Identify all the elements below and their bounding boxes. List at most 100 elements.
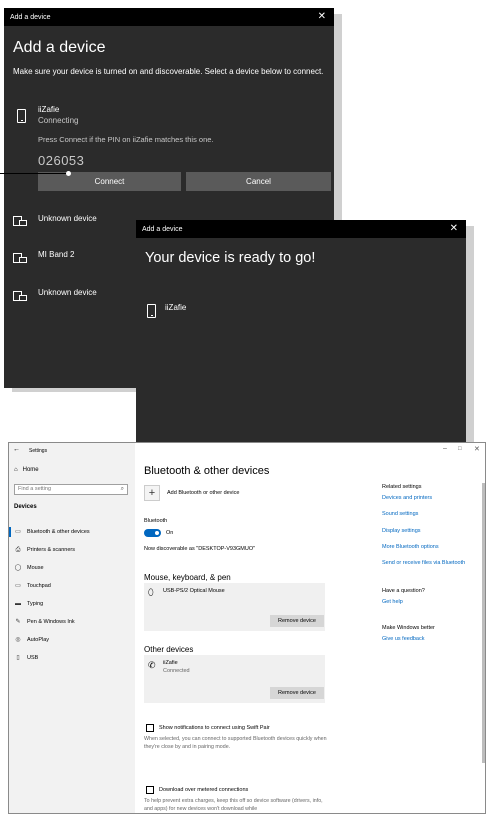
phone-icon [17, 109, 26, 123]
close-icon[interactable]: ✕ [318, 11, 326, 23]
feedback-link[interactable]: Give us feedback [382, 636, 425, 642]
pointer-line [0, 173, 70, 174]
metered-label[interactable]: Download over metered connections [159, 787, 248, 793]
sidebar-item-label: Pen & Windows Ink [27, 619, 75, 625]
devices-printers-link[interactable]: Devices and printers [382, 495, 432, 501]
sidebar-item-label: USB [27, 655, 39, 661]
keyboard-icon: ▬ [15, 601, 21, 607]
remove-device-button[interactable]: Remove device [270, 687, 324, 699]
bluetooth-toggle[interactable] [144, 529, 161, 537]
sidebar-item-pen[interactable]: ✎ Pen & Windows Ink [9, 615, 135, 629]
other-devices-header: Other devices [144, 645, 194, 654]
unknown-device-icon [13, 216, 27, 227]
dialog-titlebar-text: Add a device [142, 225, 183, 233]
discoverable-text: Now discoverable as "DESKTOP-V93GMUO" [144, 546, 256, 552]
swift-pair-checkbox[interactable] [146, 724, 154, 732]
get-help-link[interactable]: Get help [382, 599, 403, 605]
sidebar-item-label: Mouse [27, 565, 44, 571]
dialog-titlebar: Add a device ✕ [136, 220, 466, 238]
sidebar-item-bluetooth[interactable]: ▭ Bluetooth & other devices [9, 525, 135, 539]
question-header: Have a question? [382, 588, 425, 594]
pin-code: 026053 [38, 153, 85, 168]
printer-icon: ⎙ [15, 547, 21, 553]
sound-settings-link[interactable]: Sound settings [382, 511, 418, 517]
band-device-icon [13, 253, 27, 264]
device-status: Connected [163, 668, 190, 674]
device-card-mouse[interactable]: ⬯ USB-PS/2 Optical Mouse Remove device [144, 583, 325, 631]
metered-help: To help prevent extra charges, keep this… [144, 798, 323, 812]
search-placeholder: Find a setting [18, 486, 52, 492]
sidebar-item-label: AutoPlay [27, 637, 50, 643]
add-device-button[interactable]: + [144, 485, 160, 501]
settings-title: Settings [29, 448, 48, 454]
autoplay-icon: ◎ [15, 637, 21, 643]
bluetooth-label: Bluetooth [144, 518, 168, 524]
device-name: iiZafie [165, 303, 187, 312]
pen-icon: ✎ [15, 619, 21, 625]
device-list-item[interactable]: Unknown device [38, 214, 97, 223]
cancel-button[interactable]: Cancel [186, 172, 331, 191]
device-list-item[interactable]: Unknown device [38, 288, 97, 297]
sidebar-item-label: Touchpad [27, 583, 51, 589]
mouse-section-header: Mouse, keyboard, & pen [144, 573, 231, 582]
home-icon: ⌂ [14, 467, 18, 473]
usb-icon: ▯ [16, 655, 20, 661]
search-icon: ⌕ [120, 486, 124, 492]
sidebar-item-label: Typing [27, 601, 44, 607]
devices-header: Devices [14, 504, 37, 510]
close-icon[interactable]: ✕ [474, 445, 480, 453]
add-device-label[interactable]: Add Bluetooth or other device [167, 490, 239, 496]
minimize-icon[interactable]: – [443, 445, 447, 452]
phone-handset-icon: ✆ [148, 660, 156, 670]
close-icon[interactable]: ✕ [450, 223, 458, 235]
unknown-device-icon [13, 291, 27, 302]
device-name: USB-PS/2 Optical Mouse [163, 588, 225, 594]
sidebar-item-mouse[interactable]: ◯ Mouse [9, 561, 135, 575]
device-name[interactable]: iiZafie [38, 105, 59, 114]
phone-icon [147, 304, 156, 318]
dialog-titlebar: Add a device ✕ [4, 8, 334, 26]
remove-device-button[interactable]: Remove device [270, 615, 324, 627]
feedback-header: Make Windows better [382, 625, 435, 631]
device-card-phone[interactable]: ✆ iiZafie Connected Remove device [144, 655, 325, 703]
bluetooth-devices-icon: ▭ [15, 529, 21, 535]
mouse-icon: ◯ [14, 565, 22, 571]
metered-checkbox[interactable] [146, 786, 154, 794]
sidebar-item-label: Printers & scanners [27, 547, 75, 553]
swift-pair-label[interactable]: Show notifications to connect using Swif… [159, 725, 270, 731]
home-label: Home [22, 467, 39, 473]
bluetooth-options-link[interactable]: More Bluetooth options [382, 544, 439, 550]
sidebar-item-typing[interactable]: ▬ Typing [9, 597, 135, 611]
device-list-item[interactable]: MI Band 2 [38, 250, 74, 259]
search-input[interactable]: Find a setting ⌕ [14, 484, 128, 495]
scrollbar[interactable] [482, 483, 485, 763]
display-settings-link[interactable]: Display settings [382, 528, 421, 534]
page-title: Bluetooth & other devices [144, 465, 270, 477]
sidebar-item-usb[interactable]: ▯ USB [9, 651, 135, 665]
dialog-subtext: Make sure your device is turned on and d… [13, 67, 324, 76]
device-ready-dialog: Add a device ✕ Your device is ready to g… [136, 220, 466, 442]
pin-message: Press Connect if the PIN on iiZafie matc… [38, 135, 214, 144]
swift-pair-help: When selected, you can connect to suppor… [144, 736, 327, 750]
sidebar-item-label: Bluetooth & other devices [27, 529, 90, 535]
touchpad-icon: ▭ [15, 583, 21, 589]
home-link[interactable]: ⌂ Home [14, 467, 39, 473]
sidebar-item-autoplay[interactable]: ◎ AutoPlay [9, 633, 135, 647]
dialog-heading: Add a device [13, 39, 106, 56]
pointer-dot [66, 171, 71, 176]
device-status: Connecting [38, 116, 79, 125]
sidebar-item-touchpad[interactable]: ▭ Touchpad [9, 579, 135, 593]
related-settings-header: Related settings [382, 484, 422, 490]
send-files-link[interactable]: Send or receive files via Bluetooth [382, 560, 465, 566]
dialog-titlebar-text: Add a device [10, 13, 51, 21]
connect-button[interactable]: Connect [38, 172, 181, 191]
ready-heading: Your device is ready to go! [145, 250, 316, 266]
toggle-state: On [166, 530, 174, 536]
mouse-icon: ⬯ [148, 587, 154, 597]
back-arrow-icon[interactable]: ← [13, 446, 20, 453]
maximize-icon[interactable]: □ [458, 446, 462, 452]
settings-window: ← Settings – □ ✕ ⌂ Home Find a setting ⌕… [8, 442, 486, 814]
device-name: iiZafie [163, 660, 178, 666]
sidebar-item-printers[interactable]: ⎙ Printers & scanners [9, 543, 135, 557]
settings-titlebar: ← Settings – □ ✕ [9, 443, 485, 457]
